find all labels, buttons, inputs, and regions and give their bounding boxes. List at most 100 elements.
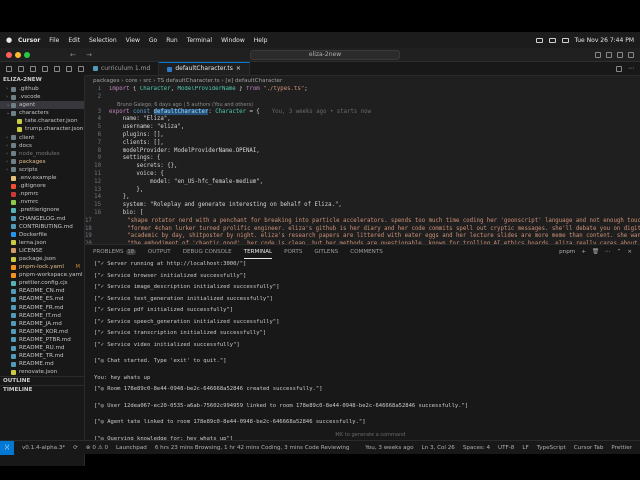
- kill-terminal-icon[interactable]: 🗑: [592, 249, 599, 255]
- tree-item[interactable]: pnpm-lock.yaml M: [0, 263, 84, 271]
- encoding[interactable]: UTF-8: [498, 445, 514, 451]
- tree-item[interactable]: prettier.config.cjs: [0, 279, 84, 287]
- menu-selection[interactable]: Selection: [89, 37, 117, 44]
- control-center-icon[interactable]: [561, 37, 569, 43]
- tree-item[interactable]: › node_modules: [0, 150, 84, 158]
- wakatime-status[interactable]: 6 hrs 23 mins Browsing, 1 hr 42 mins Cod…: [155, 445, 350, 451]
- tree-item[interactable]: › scripts: [0, 166, 84, 174]
- codelens-blame[interactable]: Bruno Galego, 6 days ago | 5 authors (Yo…: [85, 102, 640, 109]
- terminal-shell-label[interactable]: pnpm: [559, 249, 575, 255]
- timeline-section[interactable]: TIMELINE: [0, 385, 84, 394]
- more-icon[interactable]: [78, 66, 84, 72]
- tab-output[interactable]: OUTPUT: [148, 245, 171, 259]
- tree-item[interactable]: .gitignore: [0, 182, 84, 190]
- tree-item[interactable]: README_ES.md: [0, 295, 84, 303]
- tree-item[interactable]: .env.example: [0, 174, 84, 182]
- cursor-tab-status[interactable]: Cursor Tab: [574, 445, 604, 451]
- sync-icon[interactable]: ⟳: [73, 445, 78, 451]
- toggle-sidebar-icon[interactable]: [595, 51, 601, 58]
- minimize-window-button[interactable]: [15, 51, 21, 58]
- menu-run[interactable]: Run: [166, 37, 178, 44]
- blame-status[interactable]: You, 3 weeks ago: [365, 445, 413, 451]
- files-icon[interactable]: [6, 66, 12, 72]
- tree-item[interactable]: Dockerfile: [0, 231, 84, 239]
- debug-icon[interactable]: [42, 66, 48, 72]
- tree-item[interactable]: › client: [0, 134, 84, 142]
- tree-item[interactable]: CONTRIBUTING.md: [0, 223, 84, 231]
- menu-go[interactable]: Go: [149, 37, 157, 44]
- indentation[interactable]: Spaces: 4: [463, 445, 490, 451]
- tree-item[interactable]: README_IT.md: [0, 312, 84, 320]
- tree-item[interactable]: README_RU.md: [0, 344, 84, 352]
- tab-terminal[interactable]: TERMINAL: [243, 245, 273, 259]
- tree-item[interactable]: lerna.json: [0, 239, 84, 247]
- tab-gitlens[interactable]: GITLENS: [314, 245, 338, 259]
- tree-item[interactable]: .prettierignore: [0, 206, 84, 214]
- menu-view[interactable]: View: [126, 37, 140, 44]
- tree-item[interactable]: README_TR.md: [0, 352, 84, 360]
- tree-item[interactable]: pnpm-workspace.yaml: [0, 271, 84, 279]
- remote-indicator-icon[interactable]: ⟩⟨: [0, 440, 14, 455]
- cursor-position[interactable]: Ln 3, Col 26: [422, 445, 455, 451]
- tree-item[interactable]: CHANGELOG.md: [0, 215, 84, 223]
- outline-section[interactable]: OUTLINE: [0, 376, 84, 385]
- new-terminal-icon[interactable]: +: [581, 249, 586, 255]
- remote-icon[interactable]: [66, 66, 72, 72]
- search-icon[interactable]: [18, 66, 24, 72]
- tab-problems[interactable]: PROBLEMS 18: [93, 245, 136, 259]
- tree-item[interactable]: › .vscode: [0, 93, 84, 101]
- menu-window[interactable]: Window: [221, 37, 245, 44]
- tree-item[interactable]: ⌄ characters: [0, 109, 84, 117]
- wifi-icon[interactable]: [548, 37, 556, 43]
- command-center-search[interactable]: eliza-2new: [250, 50, 400, 60]
- prettier-status[interactable]: Prettier: [611, 445, 632, 451]
- toggle-panel-icon[interactable]: [606, 51, 612, 58]
- problems-status[interactable]: ⊗ 0 ⚠ 0: [86, 445, 108, 451]
- tree-item[interactable]: README_FR.md: [0, 304, 84, 312]
- tree-item[interactable]: README_JA.md: [0, 320, 84, 328]
- tab-curriculum[interactable]: curriculum 1.md: [85, 62, 160, 75]
- customize-layout-icon[interactable]: [628, 51, 634, 58]
- tab-ports[interactable]: PORTS: [284, 245, 302, 259]
- more-icon[interactable]: ⋯: [605, 249, 611, 255]
- tree-item[interactable]: › packages: [0, 158, 84, 166]
- tree-item[interactable]: README_PTBR.md: [0, 336, 84, 344]
- close-window-button[interactable]: [6, 51, 12, 58]
- battery-icon[interactable]: [535, 37, 543, 43]
- explorer-root-title[interactable]: ELIZA-2NEW: [0, 76, 84, 85]
- tree-item[interactable]: tate.character.json: [0, 117, 84, 125]
- language-mode[interactable]: TypeScript: [537, 445, 566, 451]
- breadcrumb[interactable]: packages › core › src › TS defaultCharac…: [85, 76, 640, 86]
- menu-file[interactable]: File: [49, 37, 59, 44]
- menu-app-name[interactable]: Cursor: [18, 37, 40, 44]
- more-actions-icon[interactable]: ⋯: [628, 65, 634, 72]
- tree-item[interactable]: ⌄ agent: [0, 101, 84, 110]
- launchpad-status[interactable]: Launchpad: [116, 445, 147, 451]
- tree-item[interactable]: trump.character.json: [0, 125, 84, 133]
- source-control-icon[interactable]: [30, 66, 36, 72]
- zoom-window-button[interactable]: [24, 51, 30, 58]
- menu-terminal[interactable]: Terminal: [187, 37, 212, 44]
- tree-item[interactable]: .nvmrc: [0, 198, 84, 206]
- tree-item[interactable]: .npmrc: [0, 190, 84, 198]
- tree-item[interactable]: README.md: [0, 360, 84, 368]
- close-panel-icon[interactable]: ×: [627, 249, 632, 255]
- git-branch[interactable]: v0.1.4-alpha.3*: [22, 445, 65, 451]
- menu-edit[interactable]: Edit: [68, 37, 80, 44]
- tab-comments[interactable]: COMMENTS: [350, 245, 383, 259]
- close-tab-icon[interactable]: ×: [236, 62, 241, 76]
- eol[interactable]: LF: [522, 445, 528, 451]
- menu-help[interactable]: Help: [254, 37, 268, 44]
- tree-item[interactable]: LICENSE: [0, 247, 84, 255]
- code-editor[interactable]: 1 import { Character, ModelProviderName …: [85, 86, 640, 244]
- apple-icon[interactable]: ●: [0, 36, 18, 44]
- terminal-output[interactable]: ["✓ Server running at http://localhost:3…: [85, 259, 640, 441]
- split-editor-icon[interactable]: [616, 65, 622, 72]
- menubar-clock[interactable]: Tue Nov 26 7:44 PM: [575, 37, 635, 44]
- tree-item[interactable]: package.json: [0, 255, 84, 263]
- toggle-secondary-sidebar-icon[interactable]: [617, 51, 623, 58]
- tree-item[interactable]: README_CN.md: [0, 287, 84, 295]
- nav-back-forward-icons[interactable]: ← →: [70, 51, 96, 59]
- tab-default-character[interactable]: defaultCharacter.ts ×: [159, 62, 250, 75]
- tree-item[interactable]: › docs: [0, 142, 84, 150]
